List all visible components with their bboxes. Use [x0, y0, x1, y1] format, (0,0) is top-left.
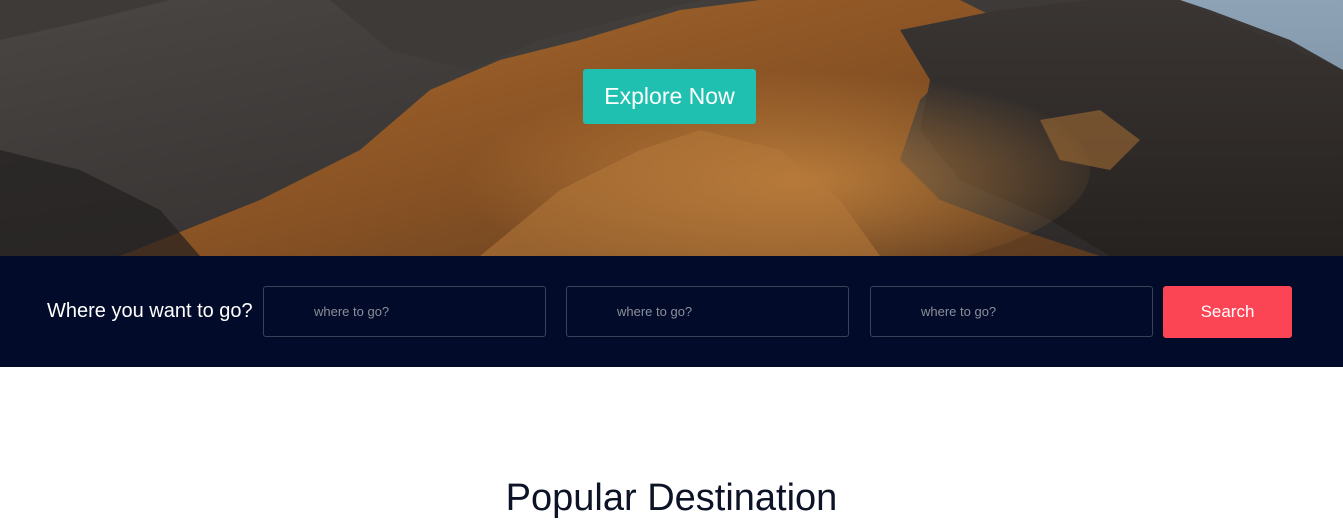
destination-input-3[interactable] [870, 286, 1153, 337]
search-button[interactable]: Search [1163, 286, 1292, 338]
destination-input-2[interactable] [566, 286, 849, 337]
explore-now-button[interactable]: Explore Now [583, 69, 756, 124]
section-title: Popular Destination [505, 477, 838, 519]
search-label: Where you want to go? [47, 300, 253, 322]
hero-banner: Explore Now [0, 0, 1343, 256]
destination-input-1[interactable] [263, 286, 546, 337]
hero-mountain-image [0, 0, 1343, 256]
